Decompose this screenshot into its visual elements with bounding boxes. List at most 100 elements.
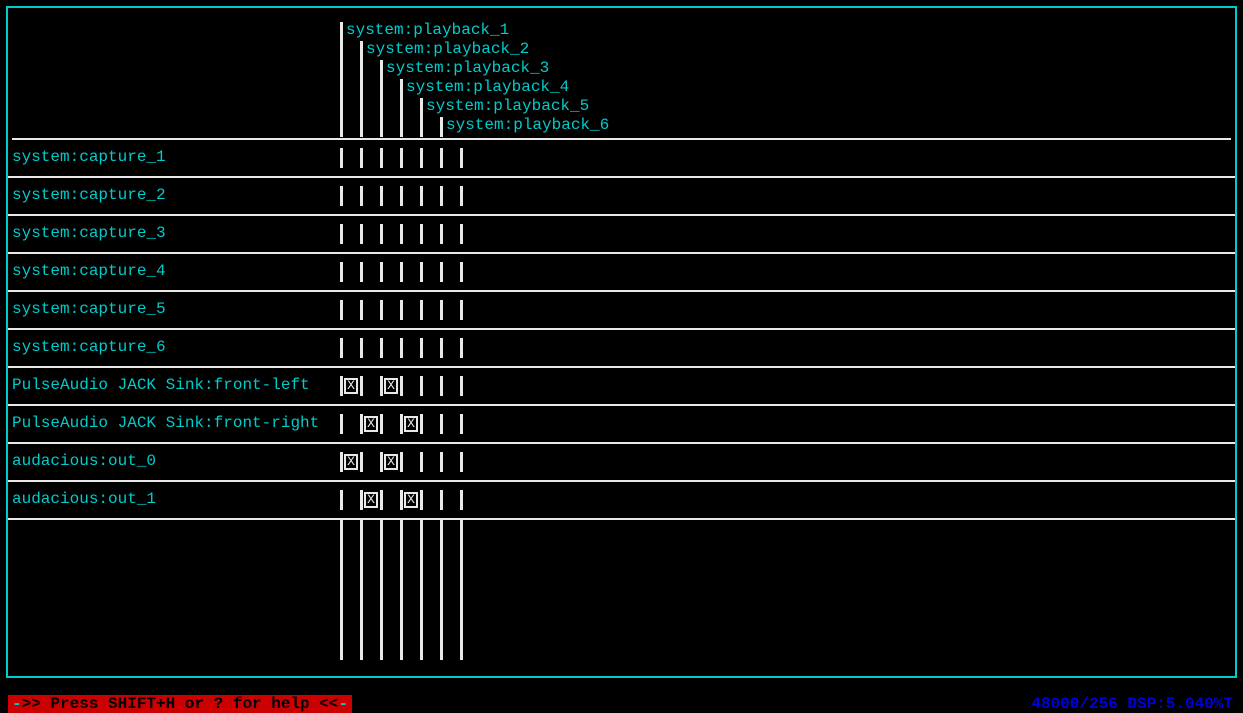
column-line (460, 520, 463, 660)
column-line (340, 520, 343, 660)
cell-separator (380, 300, 383, 320)
input-port-label[interactable]: PulseAudio JACK Sink:front-left (12, 376, 310, 394)
connection-marker[interactable] (364, 492, 378, 508)
cell-separator (420, 224, 423, 244)
cell-separator (360, 262, 363, 282)
cell-separator (440, 376, 443, 396)
cell-separator (360, 186, 363, 206)
cell-separator (380, 376, 383, 396)
output-port-label[interactable]: system:playback_1 (346, 21, 509, 39)
output-port-label[interactable]: system:playback_4 (406, 78, 569, 96)
input-port-row[interactable]: audacious:out_1 (8, 482, 1235, 520)
output-port-label[interactable]: system:playback_2 (366, 40, 529, 58)
cell-separator (380, 186, 383, 206)
cell-separator (440, 224, 443, 244)
rows-area: system:capture_1 system:capture_2 system:c… (8, 140, 1235, 520)
cell-separator (440, 338, 443, 358)
cell-separator (440, 186, 443, 206)
input-port-row[interactable]: audacious:out_0 (8, 444, 1235, 482)
cell-separator (340, 186, 343, 206)
column-line (440, 520, 443, 660)
cell-separator (440, 300, 443, 320)
cell-separator (360, 148, 363, 168)
cell-separator (460, 148, 463, 168)
cell-separator (460, 262, 463, 282)
cell-separator (420, 300, 423, 320)
status-bar: ->> Press SHIFT+H or ? for help <<- 4800… (8, 694, 1233, 713)
input-port-row[interactable]: system:capture_2 (8, 178, 1235, 216)
cell-separator (340, 148, 343, 168)
dsp-status: 48000/256 DSP:5.040%T (1031, 695, 1233, 713)
input-port-row[interactable]: system:capture_4 (8, 254, 1235, 292)
help-hint: ->> Press SHIFT+H or ? for help <<- (8, 695, 352, 713)
input-port-label[interactable]: PulseAudio JACK Sink:front-right (12, 414, 319, 432)
cell-separator (440, 490, 443, 510)
column-line (360, 520, 363, 660)
input-port-label[interactable]: audacious:out_0 (12, 452, 156, 470)
cell-separator (400, 300, 403, 320)
cell-separator (420, 262, 423, 282)
connection-marker[interactable] (404, 492, 418, 508)
cell-separator (420, 414, 423, 434)
cell-separator (460, 452, 463, 472)
cell-separator (460, 300, 463, 320)
cell-separator (400, 490, 403, 510)
connection-marker[interactable] (384, 454, 398, 470)
cell-separator (420, 186, 423, 206)
column-line (380, 520, 383, 660)
cell-separator (460, 376, 463, 396)
cell-separator (420, 338, 423, 358)
cell-separator (380, 224, 383, 244)
input-port-label[interactable]: audacious:out_1 (12, 490, 156, 508)
cell-separator (420, 490, 423, 510)
help-dash: - (12, 695, 22, 713)
input-port-row[interactable]: PulseAudio JACK Sink:front-right (8, 406, 1235, 444)
input-port-row[interactable]: PulseAudio JACK Sink:front-left (8, 368, 1235, 406)
patchbay-frame: system:playback_1 system:playback_2 syst… (6, 6, 1237, 678)
input-port-label[interactable]: system:capture_3 (12, 224, 166, 242)
cell-separator (360, 224, 363, 244)
col-sep (360, 41, 363, 137)
output-port-label[interactable]: system:playback_3 (386, 59, 549, 77)
input-port-label[interactable]: system:capture_5 (12, 300, 166, 318)
cell-separator (340, 414, 343, 434)
cell-separator (440, 148, 443, 168)
cell-separator (360, 338, 363, 358)
cell-separator (420, 376, 423, 396)
col-sep (400, 79, 403, 137)
cell-separator (340, 224, 343, 244)
cell-separator (340, 376, 343, 396)
column-line (420, 520, 423, 660)
cell-separator (340, 452, 343, 472)
cell-separator (340, 490, 343, 510)
help-text: >> Press SHIFT+H or ? for help << (22, 695, 339, 713)
column-line (400, 520, 403, 660)
input-port-label[interactable]: system:capture_2 (12, 186, 166, 204)
input-port-row[interactable]: system:capture_1 (8, 140, 1235, 178)
connection-marker[interactable] (364, 416, 378, 432)
col-sep (440, 117, 443, 137)
connection-marker[interactable] (344, 378, 358, 394)
cell-separator (360, 490, 363, 510)
input-port-row[interactable]: system:capture_6 (8, 330, 1235, 368)
output-port-label[interactable]: system:playback_6 (446, 116, 609, 134)
input-port-row[interactable]: system:capture_5 (8, 292, 1235, 330)
input-port-label[interactable]: system:capture_4 (12, 262, 166, 280)
cell-separator (380, 148, 383, 168)
connection-marker[interactable] (404, 416, 418, 432)
output-port-label[interactable]: system:playback_5 (426, 97, 589, 115)
connection-marker[interactable] (344, 454, 358, 470)
cell-separator (380, 414, 383, 434)
cell-separator (380, 262, 383, 282)
cell-separator (400, 224, 403, 244)
input-port-label[interactable]: system:capture_6 (12, 338, 166, 356)
input-port-label[interactable]: system:capture_1 (12, 148, 166, 166)
cell-separator (440, 414, 443, 434)
connection-marker[interactable] (384, 378, 398, 394)
cell-separator (400, 338, 403, 358)
cell-separator (340, 300, 343, 320)
cell-separator (440, 452, 443, 472)
input-port-row[interactable]: system:capture_3 (8, 216, 1235, 254)
cell-separator (340, 262, 343, 282)
help-dash: - (338, 695, 348, 713)
